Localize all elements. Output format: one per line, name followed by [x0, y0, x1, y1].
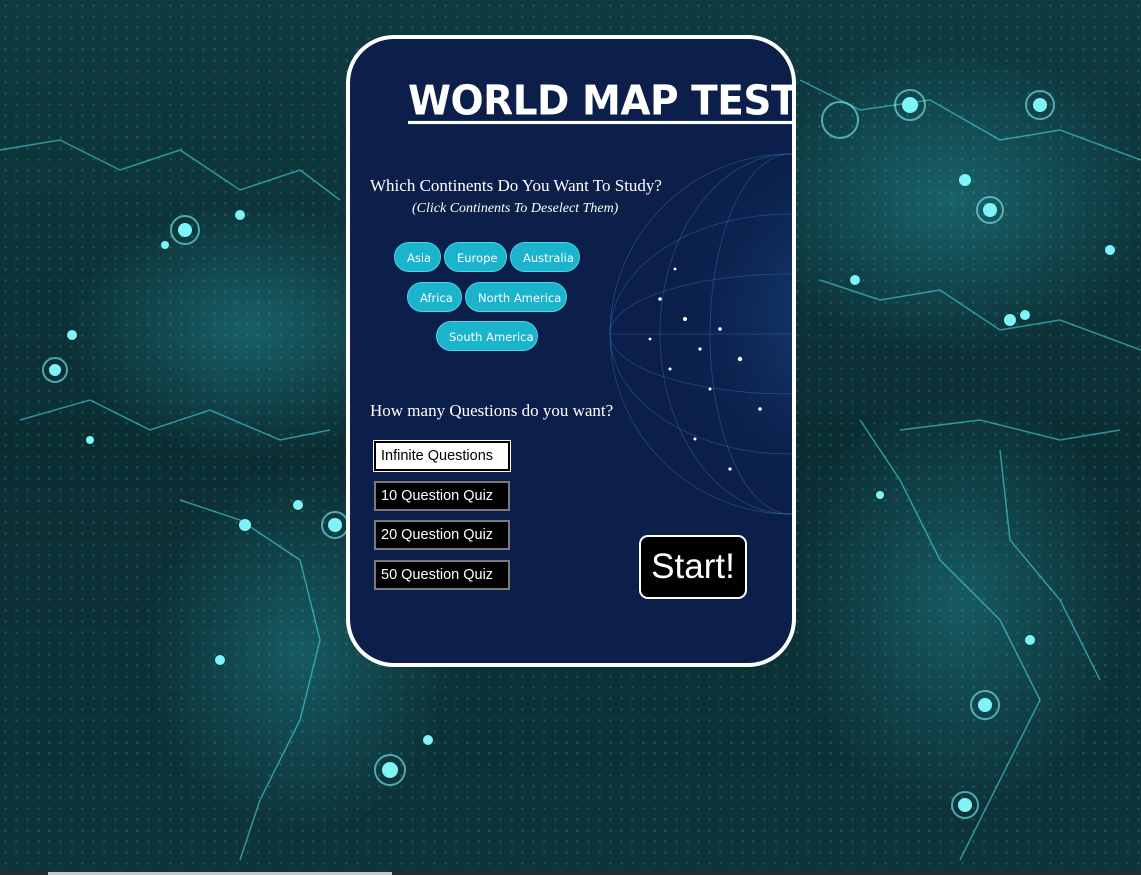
globe-graphic — [609, 153, 792, 515]
fifty-question-quiz-button[interactable]: 50 Question Quiz — [374, 560, 510, 590]
continent-pill-europe[interactable]: Europe — [444, 242, 507, 272]
start-button[interactable]: Start! — [639, 535, 747, 599]
continent-pill-australia[interactable]: Australia — [510, 242, 580, 272]
continent-pill-north-america[interactable]: North America — [465, 282, 567, 312]
quiz-setup-card: WORLD MAP TEST Which Continents Do You W… — [346, 35, 796, 667]
twenty-question-quiz-button[interactable]: 20 Question Quiz — [374, 520, 510, 550]
continent-pill-south-america[interactable]: South America — [436, 321, 538, 351]
continents-hint: (Click Continents To Deselect Them) — [412, 201, 619, 216]
continents-question: Which Continents Do You Want To Study? — [370, 176, 662, 195]
continent-pill-africa[interactable]: Africa — [407, 282, 462, 312]
ten-question-quiz-button[interactable]: 10 Question Quiz — [374, 481, 510, 511]
infinite-questions-button[interactable]: Infinite Questions — [373, 440, 511, 472]
question-count-label: How many Questions do you want? — [370, 401, 614, 420]
page-title: WORLD MAP TEST — [408, 77, 796, 126]
continent-pill-asia[interactable]: Asia — [394, 242, 441, 272]
